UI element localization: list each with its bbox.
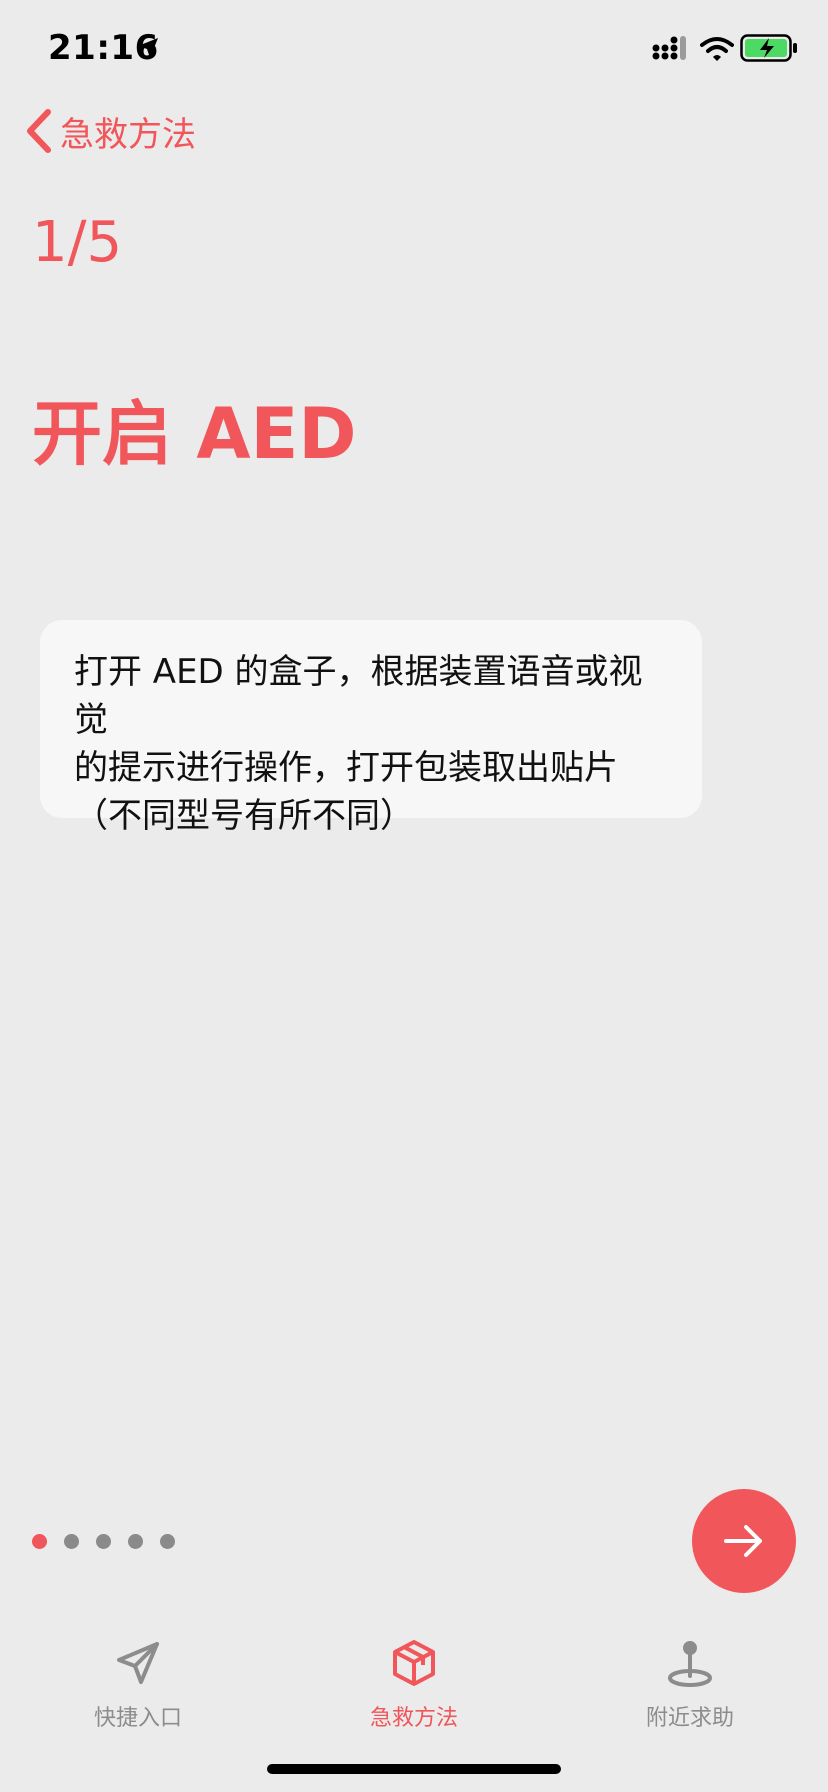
- instruction-card: 打开 AED 的盒子，根据装置语音或视觉 的提示进行操作，打开包装取出贴片 （不…: [40, 620, 702, 836]
- paper-plane-icon: [117, 1642, 159, 1684]
- box-icon: [393, 1640, 435, 1686]
- page-dot-2: [64, 1534, 79, 1549]
- step-title: 开启 AED: [32, 393, 357, 475]
- tab-label: 附近求助: [645, 1706, 734, 1731]
- tab-label: 急救方法: [369, 1706, 458, 1731]
- location-arrow-icon: [138, 38, 158, 58]
- back-button-label: 急救方法: [60, 114, 196, 155]
- home-indicator[interactable]: [267, 1764, 561, 1774]
- instruction-text: 打开 AED 的盒子，根据装置语音或视觉 的提示进行操作，打开包装取出贴片 （不…: [74, 652, 643, 836]
- battery-charging-icon: [740, 34, 797, 62]
- chevron-left-icon: [27, 109, 51, 153]
- page-dot-1: [32, 1534, 47, 1549]
- page-indicator: [32, 1534, 175, 1549]
- map-pin-icon: [668, 1641, 712, 1687]
- tab-first-aid-methods[interactable]: 急救方法: [276, 1620, 552, 1750]
- arrow-right-icon: [724, 1525, 762, 1557]
- tab-quick-entry[interactable]: 快捷入口: [0, 1620, 276, 1750]
- page-dot-3: [96, 1534, 111, 1549]
- step-counter: 1/5: [32, 210, 123, 275]
- tab-label: 快捷入口: [93, 1706, 182, 1731]
- cellular-signal-icon: [652, 36, 686, 60]
- next-step-button[interactable]: [692, 1489, 796, 1593]
- page-dot-5: [160, 1534, 175, 1549]
- back-button[interactable]: 急救方法: [24, 106, 196, 156]
- tab-nearby-help[interactable]: 附近求助: [552, 1620, 828, 1750]
- tab-bar: 快捷入口 急救方法 附近求助: [0, 1620, 828, 1750]
- wifi-icon: [700, 37, 734, 61]
- page-dot-4: [128, 1534, 143, 1549]
